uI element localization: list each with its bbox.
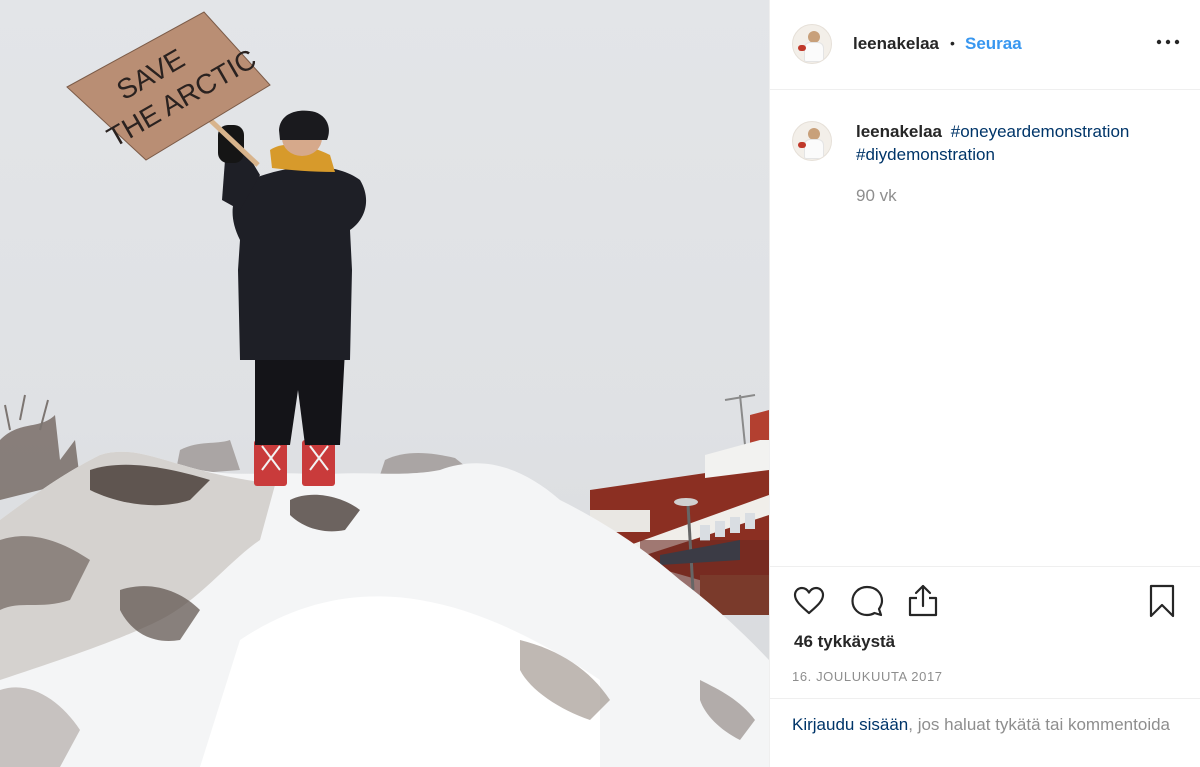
caption-username[interactable]: leenakelaa: [856, 122, 942, 141]
post-time-ago[interactable]: 90 vk: [856, 186, 897, 206]
follow-button[interactable]: Seuraa: [965, 34, 1022, 54]
post-photo[interactable]: SAVE THE ARCTIC: [0, 0, 769, 767]
heart-icon[interactable]: [792, 584, 826, 623]
post-side-panel: leenakelaa • Seuraa leenakelaa #oneyeard…: [769, 0, 1200, 767]
person: [218, 110, 367, 486]
caption-avatar[interactable]: [792, 121, 832, 161]
login-prompt-text: , jos haluat tykätä tai kommentoida: [908, 715, 1170, 734]
likes-count[interactable]: 46 tykkäystä: [794, 632, 895, 652]
hashtag-link[interactable]: #oneyeardemonstration: [951, 122, 1130, 141]
more-options-icon[interactable]: [1153, 30, 1183, 54]
photo-illustration: SAVE THE ARCTIC: [0, 11, 769, 767]
instagram-post: SAVE THE ARCTIC leenakelaa • Seuraa leen…: [0, 0, 1200, 767]
login-link[interactable]: Kirjaudu sisään: [792, 715, 908, 734]
comment-icon[interactable]: [850, 584, 884, 623]
post-header: leenakelaa • Seuraa: [770, 0, 1200, 90]
actions-section: 46 tykkäystä 16. JOULUKUUTA 2017 Kirjaud…: [770, 566, 1200, 766]
avatar[interactable]: [792, 24, 832, 64]
hashtag-link[interactable]: #diydemonstration: [856, 145, 995, 164]
caption-text: leenakelaa #oneyeardemonstration #diydem…: [856, 120, 1176, 166]
share-icon[interactable]: [906, 582, 940, 623]
header-separator: •: [950, 35, 955, 51]
post-date: 16. JOULUKUUTA 2017: [792, 669, 943, 684]
login-prompt: Kirjaudu sisään, jos haluat tykätä tai k…: [770, 698, 1200, 750]
header-username[interactable]: leenakelaa: [853, 34, 939, 54]
bookmark-icon[interactable]: [1148, 583, 1176, 624]
